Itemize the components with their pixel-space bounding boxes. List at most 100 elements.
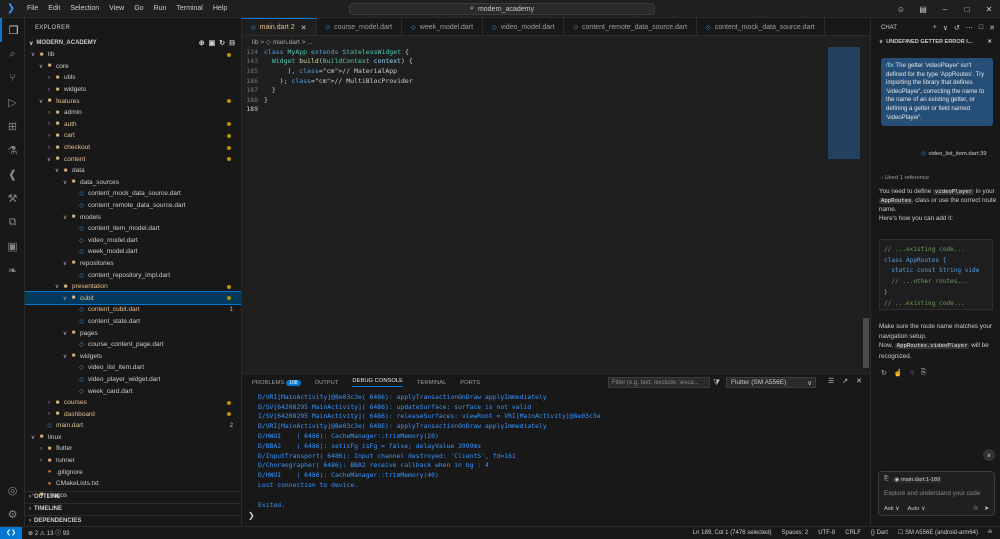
new-chat-icon[interactable]: +	[933, 24, 937, 32]
run-debug-icon[interactable]: ▷	[0, 90, 25, 114]
chat-input-placeholder[interactable]: Explore and understand your code	[884, 490, 980, 497]
mode-select[interactable]: Ask ∨	[884, 506, 900, 512]
editor-tab[interactable]: ◇ video_model.dart	[483, 18, 565, 35]
tab-debug-console[interactable]: DEBUG CONSOLE	[352, 378, 403, 387]
refresh-icon[interactable]: ↻	[219, 39, 225, 47]
menu-view[interactable]: View	[104, 5, 129, 12]
python-icon[interactable]: ❧	[0, 258, 25, 282]
filter-icon[interactable]: ⧩	[713, 378, 720, 388]
menu-selection[interactable]: Selection	[65, 5, 104, 12]
tree-file[interactable]: ◇ content_cubit.dart 1	[25, 304, 241, 316]
attach-icon[interactable]: ⎘	[884, 476, 888, 483]
clear-console-icon[interactable]: ☰	[828, 377, 834, 385]
timeline-section[interactable]: › TIMELINE	[25, 503, 241, 514]
send-icon[interactable]: ➤	[984, 506, 989, 512]
project-root[interactable]: ∨ MODERN_ACADEMY ⊕ ▣ ↻ ⊟	[25, 37, 241, 49]
retry-icon[interactable]: ↻	[881, 369, 887, 377]
tree-folder[interactable]: › ■ courses	[25, 397, 241, 409]
editor-scrollbar[interactable]	[863, 318, 869, 368]
tree-folder[interactable]: › ■ auth	[25, 119, 241, 131]
new-file-icon[interactable]: ⊕	[199, 39, 205, 47]
menu-edit[interactable]: Edit	[43, 5, 65, 12]
reference-chip[interactable]: ◇ video_list_item.dart:39	[921, 151, 986, 157]
editor-tab[interactable]: ◇ content_remote_data_source.dart	[564, 18, 698, 35]
tree-file[interactable]: ◇ main.dart 2	[25, 420, 241, 432]
tree-folder[interactable]: ∨ ■ content	[25, 153, 241, 165]
tree-file[interactable]: ◇ video_list_item.dart	[25, 362, 241, 374]
close-panel-icon[interactable]: ✕	[856, 377, 862, 385]
tree-folder[interactable]: ∨ ■ linux	[25, 432, 241, 444]
command-center-search[interactable]: ⌕ modern_academy	[349, 3, 655, 15]
tree-folder[interactable]: ∨ ■ data_sources	[25, 177, 241, 189]
dependencies-section[interactable]: › DEPENDENCIES	[25, 515, 241, 526]
maximize-panel-icon[interactable]: ↗	[842, 377, 848, 385]
mic-icon[interactable]: ♲	[973, 506, 978, 512]
code-line[interactable]: 187 }	[242, 85, 817, 95]
used-references[interactable]: › Used 1 reference	[881, 175, 929, 181]
device-selector[interactable]: ☐ SM A556E (android-arm64)	[898, 529, 978, 536]
minimize-button[interactable]: –	[934, 5, 956, 14]
tree-folder[interactable]: › ■ dashboard	[25, 408, 241, 420]
outline-section[interactable]: › OUTLINE	[25, 491, 241, 502]
copilot-icon[interactable]: ☺	[890, 5, 912, 14]
tree-folder[interactable]: › ■ widgets	[25, 84, 241, 96]
history-icon[interactable]: ↺	[954, 24, 960, 32]
tree-folder[interactable]: › ■ checkout	[25, 142, 241, 154]
menu-go[interactable]: Go	[129, 5, 148, 12]
tools-icon[interactable]: ⚒	[0, 186, 25, 210]
menu-help[interactable]: Help	[208, 5, 232, 12]
collapse-all-icon[interactable]: ⊟	[229, 39, 235, 47]
tree-file[interactable]: ◇ content_mock_data_source.dart	[25, 188, 241, 200]
explorer-icon[interactable]: ❐	[0, 18, 25, 42]
thumbs-up-icon[interactable]: ☝	[894, 369, 903, 377]
maximize-button[interactable]: □	[956, 5, 978, 14]
maximize-chat-icon[interactable]: □	[979, 24, 983, 32]
tree-folder[interactable]: ∨ ■ core	[25, 61, 241, 73]
indentation[interactable]: Spaces: 2	[782, 530, 809, 536]
code-line[interactable]: 185 ), class="cm">// MaterialApp	[242, 66, 817, 76]
tab-terminal[interactable]: TERMINAL	[417, 380, 446, 386]
tree-folder[interactable]: ∨ ■ models	[25, 211, 241, 223]
tree-folder[interactable]: ∨ ■ pages	[25, 327, 241, 339]
code-view[interactable]: 124 class MyApp extends StatelessWidget {…	[242, 47, 817, 114]
editor-tab[interactable]: ◇ main.dart 2 ✕	[242, 18, 317, 35]
close-icon[interactable]: ✕	[987, 39, 1000, 45]
model-select[interactable]: Auto ∨	[908, 506, 926, 512]
tree-file[interactable]: ● .gitignore	[25, 466, 241, 478]
tab-ports[interactable]: PORTS	[460, 380, 480, 386]
chat-input[interactable]: ⎘ ◉ main.dart:1-189 Explore and understa…	[878, 471, 995, 516]
conversation-title[interactable]: ∨ UNDEFINED GETTER ERROR I... ✕	[871, 37, 1000, 47]
code-line[interactable]: 188}	[242, 95, 817, 105]
tree-file[interactable]: ◇ course_content_page.dart	[25, 339, 241, 351]
tree-folder[interactable]: › ■ admin	[25, 107, 241, 119]
new-folder-icon[interactable]: ▣	[209, 39, 216, 47]
language-mode[interactable]: {} Dart	[871, 530, 888, 536]
tree-file[interactable]: ◇ content_item_model.dart	[25, 223, 241, 235]
remote-indicator-icon[interactable]: ❮❯	[0, 526, 22, 539]
debug-session-select[interactable]: Flutter (SM A556E) ∨	[726, 377, 816, 388]
more-icon[interactable]: ⋯	[966, 24, 973, 32]
console-filter-input[interactable]: Filter (e.g. text, !exclude, \esca...	[608, 377, 710, 388]
close-tab-icon[interactable]: ✕	[301, 24, 307, 32]
tab-problems[interactable]: PROBLEMS 108	[252, 379, 301, 386]
tree-folder[interactable]: › ■ utils	[25, 72, 241, 84]
minimap[interactable]	[828, 47, 860, 159]
layout-icon[interactable]: ▤	[912, 5, 934, 14]
encoding[interactable]: UTF-8	[818, 530, 835, 536]
tree-file[interactable]: ◇ content_state.dart	[25, 316, 241, 328]
editor-tab[interactable]: ◇ content_mock_data_source.dart	[697, 18, 825, 35]
manage-gear-icon[interactable]: ⚙	[0, 502, 25, 526]
breadcrumb[interactable]: lib > ◇ main.dart > ...	[242, 36, 870, 47]
tree-folder[interactable]: ∨ ■ widgets	[25, 350, 241, 362]
tree-folder[interactable]: › ■ runner	[25, 455, 241, 467]
tree-folder[interactable]: ∨ ■ presentation	[25, 281, 241, 293]
tree-file[interactable]: ◇ video_player_widget.dart	[25, 374, 241, 386]
copy-icon[interactable]: ⎘	[921, 369, 927, 377]
tree-folder[interactable]: › ■ flutter	[25, 443, 241, 455]
menu-terminal[interactable]: Terminal	[171, 5, 207, 12]
code-line[interactable]: 143 Widget build(BuildContext context) {	[242, 57, 817, 67]
docker-icon[interactable]: ▣	[0, 234, 25, 258]
account-icon[interactable]: ◎	[0, 478, 25, 502]
tree-folder[interactable]: › ■ cart	[25, 130, 241, 142]
menu-run[interactable]: Run	[149, 5, 172, 12]
